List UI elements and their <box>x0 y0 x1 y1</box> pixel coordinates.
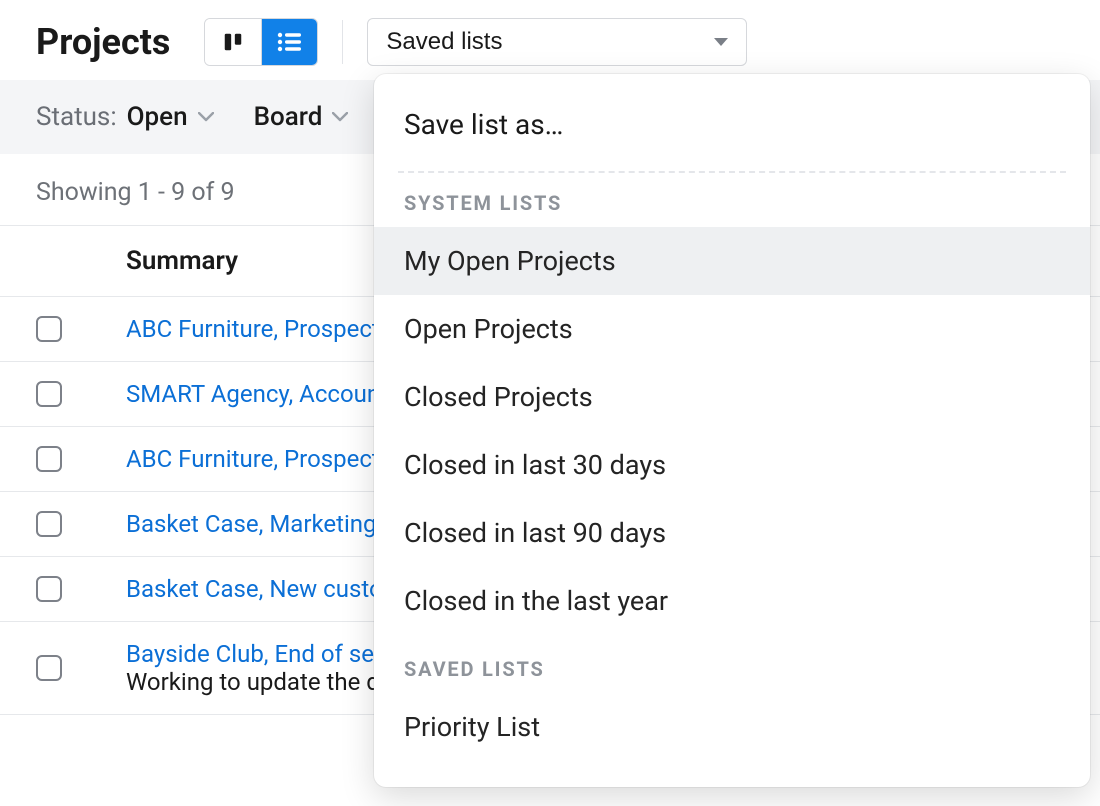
system-lists-heading: SYSTEM LISTS <box>374 191 1090 227</box>
list-option-open-projects[interactable]: Open Projects <box>374 295 1090 363</box>
list-option-closed-90[interactable]: Closed in last 90 days <box>374 499 1090 567</box>
row-checkbox[interactable] <box>36 446 62 472</box>
saved-lists-select[interactable]: Saved lists <box>367 18 747 66</box>
board-view-button[interactable] <box>205 19 261 65</box>
list-option-closed-projects[interactable]: Closed Projects <box>374 363 1090 431</box>
list-option-closed-year[interactable]: Closed in the last year <box>374 567 1090 635</box>
row-checkbox[interactable] <box>36 511 62 537</box>
status-filter-label: Status: <box>36 102 117 132</box>
list-view-button[interactable] <box>261 19 317 65</box>
chevron-down-icon <box>714 38 728 46</box>
list-icon <box>277 31 303 53</box>
page-title: Projects <box>36 21 170 63</box>
row-checkbox[interactable] <box>36 576 62 602</box>
status-filter[interactable]: Status: Open <box>36 102 214 132</box>
list-option-priority-list[interactable]: Priority List <box>374 693 1090 761</box>
chevron-down-icon <box>332 112 348 122</box>
board-icon <box>222 31 244 53</box>
status-filter-value: Open <box>127 102 188 132</box>
dropdown-separator <box>398 171 1066 173</box>
chevron-down-icon <box>198 112 214 122</box>
list-option-my-open-projects[interactable]: My Open Projects <box>374 227 1090 295</box>
board-filter-label: Board <box>254 102 323 132</box>
save-list-as[interactable]: Save list as… <box>374 92 1090 157</box>
view-toggle <box>204 18 318 66</box>
board-filter[interactable]: Board <box>254 102 349 132</box>
saved-lists-heading: SAVED LISTS <box>374 657 1090 693</box>
saved-lists-label: Saved lists <box>386 28 502 56</box>
row-checkbox[interactable] <box>36 655 62 681</box>
list-option-closed-30[interactable]: Closed in last 30 days <box>374 431 1090 499</box>
row-checkbox[interactable] <box>36 381 62 407</box>
saved-lists-dropdown: Save list as… SYSTEM LISTS My Open Proje… <box>374 74 1090 787</box>
vertical-divider <box>342 20 343 64</box>
row-checkbox[interactable] <box>36 316 62 342</box>
